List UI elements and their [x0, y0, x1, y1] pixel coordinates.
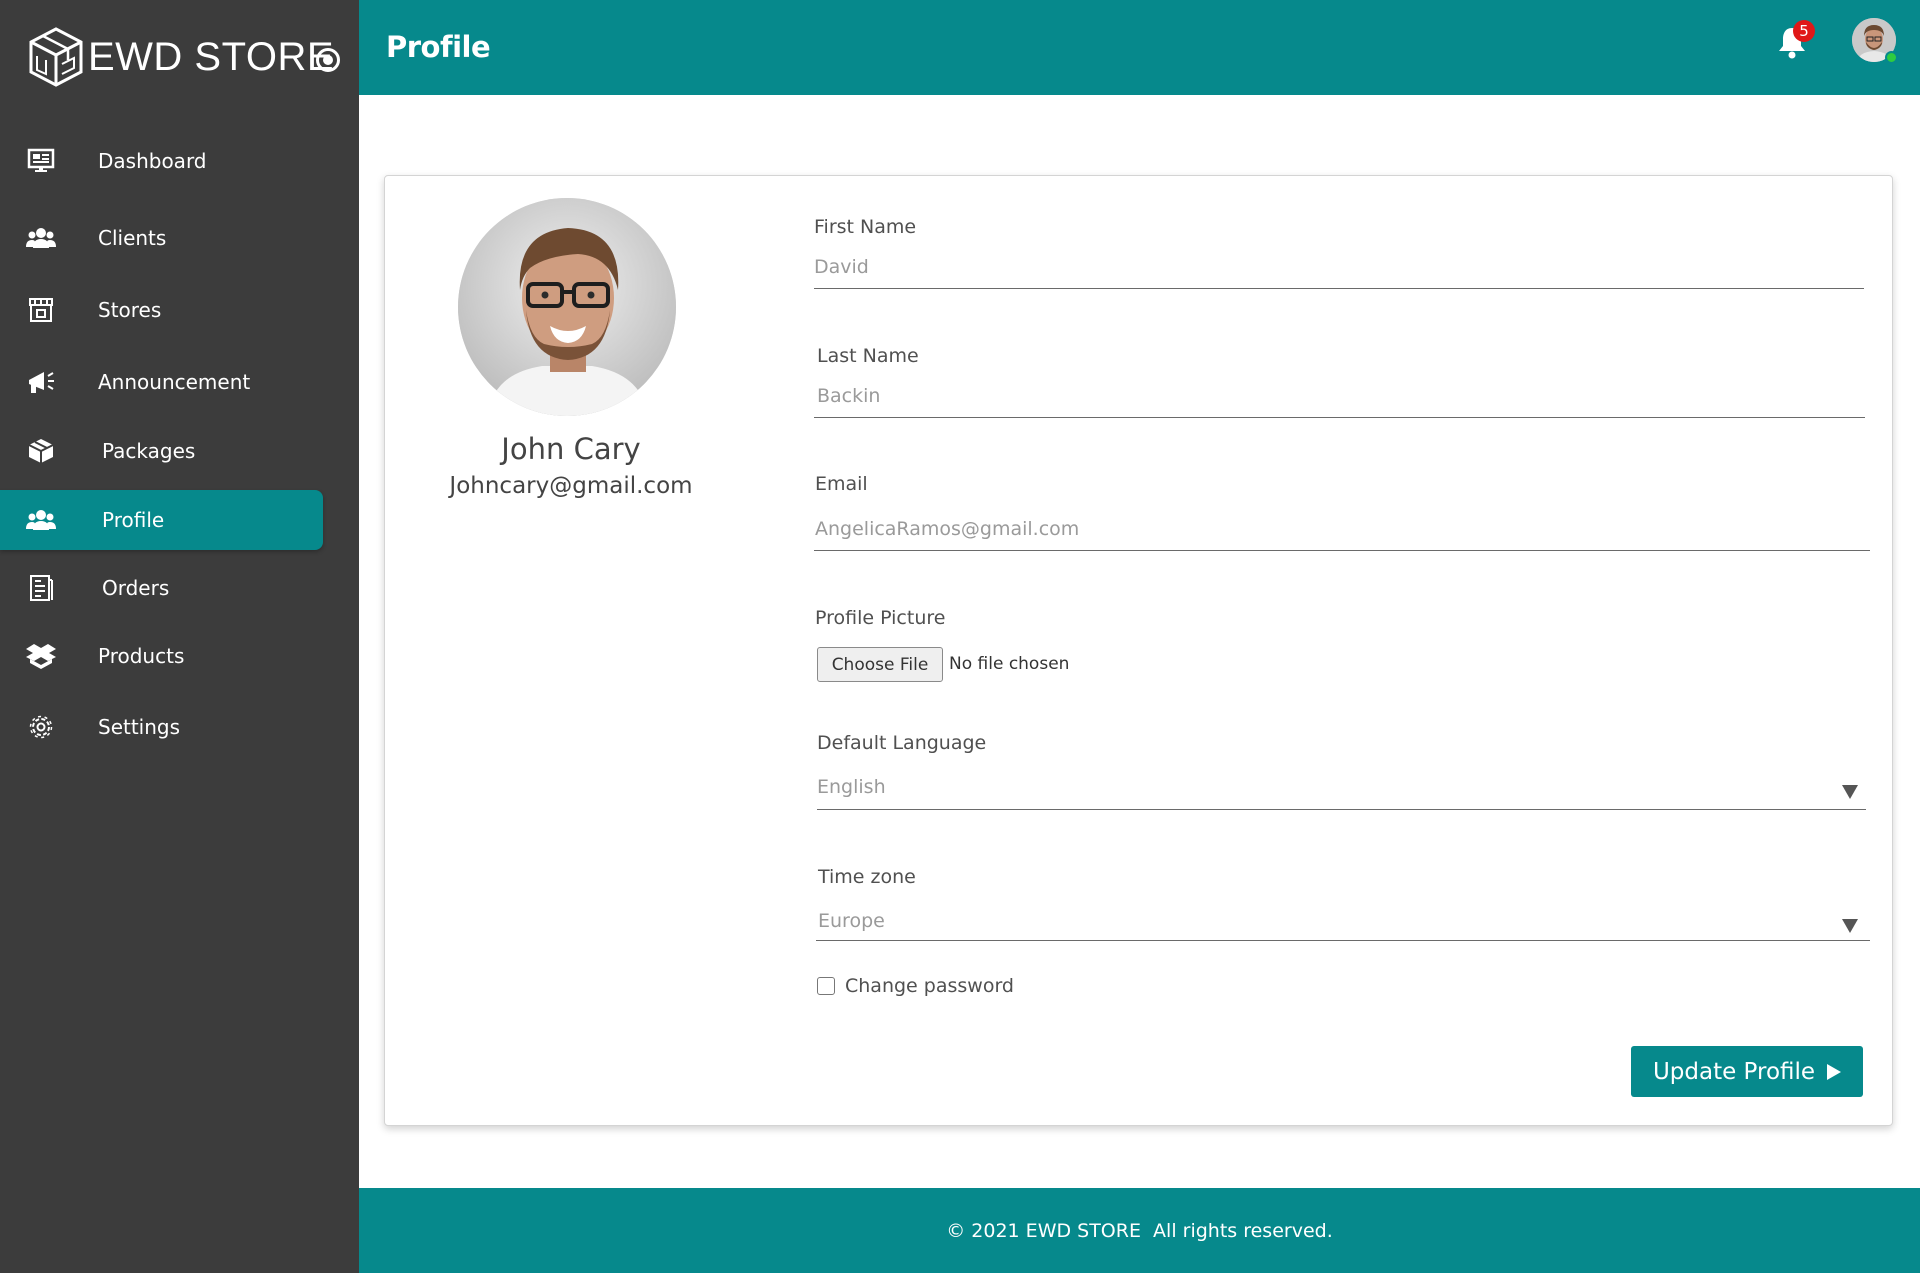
- timezone-underline: [816, 940, 1870, 941]
- update-profile-button[interactable]: Update Profile: [1631, 1046, 1863, 1097]
- sidebar-item-products[interactable]: Products: [0, 626, 323, 686]
- first-name-label: First Name: [814, 216, 917, 238]
- change-password-label[interactable]: Change password: [845, 975, 1014, 997]
- sidebar-item-label: Products: [98, 644, 185, 668]
- footer: © 2021 EWD STORE All rights reserved.: [359, 1188, 1920, 1273]
- sidebar-item-settings[interactable]: Settings: [0, 697, 323, 757]
- sidebar-item-orders[interactable]: Orders: [0, 558, 323, 618]
- sidebar: EWD STORE Dashboard Clients Stores Annou…: [0, 0, 359, 1273]
- sidebar-item-profile[interactable]: Profile: [0, 490, 323, 550]
- orders-icon: [24, 573, 58, 603]
- change-password-checkbox[interactable]: [817, 977, 835, 995]
- profile-photo: [458, 198, 676, 416]
- sidebar-item-label: Dashboard: [98, 149, 207, 173]
- sidebar-item-label: Packages: [102, 439, 196, 463]
- box-logo-icon: [29, 27, 83, 87]
- stores-icon: [24, 295, 58, 325]
- users-icon: [24, 505, 58, 535]
- packages-icon: [24, 436, 58, 466]
- sidebar-item-clients[interactable]: Clients: [0, 208, 323, 268]
- send-arrow-icon: [1827, 1063, 1842, 1080]
- first-name-underline: [814, 288, 1864, 289]
- timezone-select[interactable]: Europe: [818, 910, 885, 932]
- chevron-down-icon[interactable]: [1842, 919, 1858, 933]
- sidebar-item-label: Profile: [102, 508, 165, 532]
- gear-icon: [24, 712, 58, 742]
- megaphone-icon: [24, 367, 58, 397]
- sidebar-item-stores[interactable]: Stores: [0, 280, 323, 340]
- update-profile-label: Update Profile: [1652, 1058, 1816, 1085]
- language-select[interactable]: English: [817, 776, 886, 798]
- sidebar-toggle-icon[interactable]: [316, 48, 340, 72]
- profile-picture-label: Profile Picture: [815, 607, 946, 629]
- language-underline: [817, 809, 1866, 810]
- chevron-down-icon[interactable]: [1842, 785, 1858, 799]
- page-title: Profile: [386, 30, 491, 64]
- last-name-label: Last Name: [817, 345, 919, 367]
- dashboard-icon: [24, 146, 58, 176]
- clients-icon: [24, 223, 58, 253]
- sidebar-item-label: Announcement: [98, 370, 251, 394]
- notification-badge: 5: [1793, 20, 1815, 42]
- sidebar-item-label: Settings: [98, 715, 181, 739]
- timezone-label: Time zone: [818, 866, 916, 888]
- email-field[interactable]: AngelicaRamos@gmail.com: [815, 518, 1079, 540]
- sidebar-item-packages[interactable]: Packages: [0, 421, 323, 481]
- email-label: Email: [815, 473, 868, 495]
- profile-email: Johncary@gmail.com: [449, 473, 693, 499]
- first-name-input[interactable]: David: [814, 256, 869, 278]
- sidebar-item-label: Clients: [98, 226, 167, 250]
- email-underline: [814, 550, 1870, 551]
- choose-file-button[interactable]: Choose File: [817, 647, 943, 682]
- top-header: Profile 5: [359, 0, 1920, 95]
- file-status-text: No file chosen: [949, 654, 1070, 674]
- online-status-indicator: [1885, 51, 1898, 64]
- brand[interactable]: EWD STORE: [28, 24, 334, 90]
- sidebar-item-label: Stores: [98, 298, 162, 322]
- last-name-underline: [814, 417, 1865, 418]
- profile-name: John Cary: [501, 432, 641, 466]
- last-name-input[interactable]: Backin: [817, 385, 880, 407]
- sidebar-item-dashboard[interactable]: Dashboard: [0, 131, 323, 191]
- profile-card: John Cary Johncary@gmail.com First Name …: [384, 175, 1893, 1126]
- brand-name: EWD STORE: [88, 34, 335, 79]
- products-icon: [24, 641, 58, 671]
- default-language-label: Default Language: [817, 732, 987, 754]
- sidebar-item-label: Orders: [102, 576, 170, 600]
- copyright-text: © 2021 EWD STORE All rights reserved.: [946, 1219, 1333, 1242]
- sidebar-item-announcement[interactable]: Announcement: [0, 352, 323, 412]
